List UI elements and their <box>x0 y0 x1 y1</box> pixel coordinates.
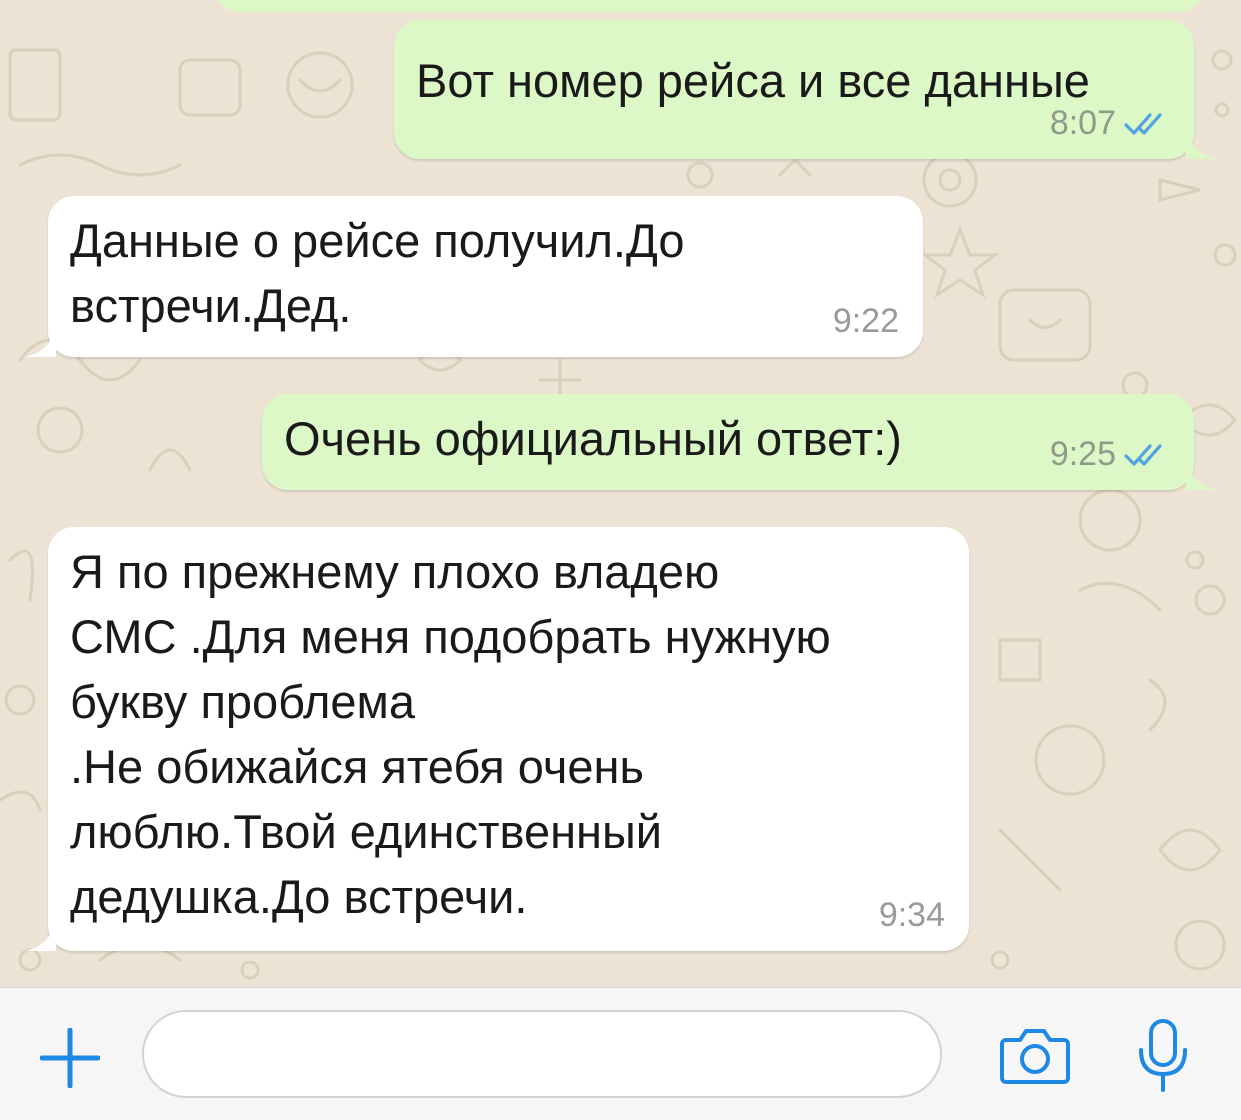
camera-icon[interactable] <box>1000 1026 1070 1084</box>
message-input-bar <box>0 987 1241 1120</box>
message-meta: 8:07 <box>1050 104 1168 143</box>
previous-message-bubble <box>214 0 1204 12</box>
message-meta: 9:34 <box>879 896 945 935</box>
bubble-tail <box>26 327 56 357</box>
message-text: Очень официальный ответ:) <box>284 412 902 465</box>
message-meta: 9:22 <box>833 302 899 341</box>
message-bubble-incoming[interactable]: Данные о рейсе получил.До встречи.Дед. 9… <box>26 196 923 357</box>
message-text: Вот номер рейса и все данные <box>416 54 1090 107</box>
message-text: Данные о рейсе получил.До встречи.Дед. <box>70 214 685 332</box>
message-time: 8:07 <box>1049 104 1116 142</box>
message-meta: 9:25 <box>1050 435 1168 474</box>
chat-area[interactable]: Вот номер рейса и все данные 8:07 Данные… <box>0 0 1241 987</box>
bubble-tail <box>26 921 56 951</box>
microphone-icon[interactable] <box>1136 1018 1190 1094</box>
bubble-tail <box>1186 460 1216 490</box>
read-receipt-icon <box>1124 112 1162 135</box>
message-time: 9:25 <box>1049 435 1116 473</box>
message-time: 9:22 <box>832 302 899 340</box>
message-bubble-incoming[interactable]: Я по прежнему плохо владею СМС .Для меня… <box>26 527 969 951</box>
message-bubble-outgoing[interactable]: Очень официальный ответ:) 9:25 <box>262 394 1216 490</box>
message-time: 9:34 <box>878 896 945 934</box>
message-input[interactable] <box>142 1010 942 1098</box>
plus-icon[interactable] <box>40 1028 100 1088</box>
message-text: Я по прежнему плохо владею СМС .Для меня… <box>70 545 831 923</box>
read-receipt-icon <box>1124 443 1162 466</box>
bubble-tail <box>1186 129 1216 159</box>
message-bubble-outgoing[interactable]: Вот номер рейса и все данные 8:07 <box>394 20 1216 159</box>
